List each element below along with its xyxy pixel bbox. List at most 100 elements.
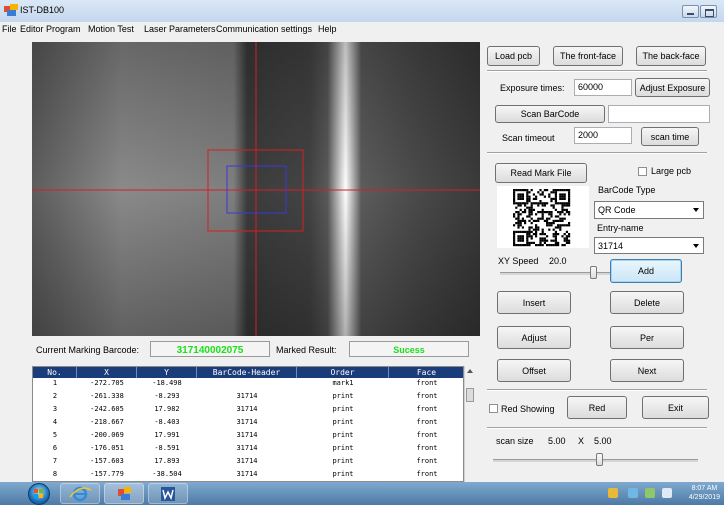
exposure-input[interactable]: 60000	[574, 79, 632, 96]
scrollbar-thumb[interactable]	[466, 388, 474, 402]
cell-barcode: 31714	[236, 444, 258, 452]
cell-barcode: 31714	[236, 470, 258, 478]
scan-timeout-input[interactable]: 2000	[574, 127, 632, 144]
tray-icon[interactable]	[608, 488, 618, 498]
separator	[487, 70, 707, 72]
system-clock[interactable]: 8:07 AM 4/29/2019	[689, 484, 720, 502]
xy-speed-slider-thumb[interactable]	[589, 266, 597, 279]
column-header-x[interactable]: X	[77, 367, 137, 378]
column-header-barcode[interactable]: BarCode-Header	[197, 367, 297, 378]
tray-icon[interactable]	[628, 488, 638, 498]
cell-x: -261.338	[90, 392, 124, 400]
insert-button[interactable]: Insert	[497, 291, 571, 314]
scan-size-y-value: 5.00	[594, 436, 612, 446]
column-header-face[interactable]: Face	[389, 367, 463, 378]
cell-no: 6	[52, 444, 58, 452]
camera-view[interactable]	[32, 42, 480, 336]
menu-motion-test[interactable]: Motion Test	[88, 24, 134, 34]
volume-icon[interactable]	[662, 488, 672, 498]
table-row[interactable]: 7 -157.603 17.893 31714 print front	[33, 456, 463, 467]
table-row[interactable]: 4 -218.667 -8.403 31714 print front	[33, 417, 463, 428]
table-row[interactable]: 5 -200.069 17.991 31714 print front	[33, 430, 463, 441]
load-pcb-button[interactable]: Load pcb	[487, 46, 540, 66]
delete-button[interactable]: Delete	[610, 291, 684, 314]
scan-size-separator: X	[578, 436, 585, 446]
marked-result-label: Marked Result:	[276, 345, 337, 355]
exit-button[interactable]: Exit	[642, 396, 709, 419]
scan-time-button[interactable]: scan time	[641, 127, 699, 146]
cell-order: print	[332, 405, 354, 413]
minimize-button[interactable]	[682, 5, 699, 18]
table-scrollbar[interactable]	[464, 366, 475, 482]
menu-file[interactable]: File	[2, 24, 17, 34]
cell-no: 7	[52, 457, 58, 465]
red-button[interactable]: Red	[567, 396, 627, 419]
column-header-no[interactable]: No.	[33, 367, 77, 378]
title-bar: IST-DB100	[0, 0, 724, 22]
scan-result-field[interactable]	[608, 105, 710, 123]
cell-order: mark1	[332, 379, 354, 387]
menu-communication-settings[interactable]: Communication settings	[216, 24, 312, 34]
cell-barcode: 31714	[236, 418, 258, 426]
cell-face: front	[416, 457, 438, 465]
current-barcode-value: 317140002075	[150, 341, 270, 357]
cell-x: -157.603	[90, 457, 124, 465]
start-button[interactable]	[28, 483, 50, 505]
taskbar-app-button[interactable]	[104, 483, 144, 504]
marking-table[interactable]: No. X Y BarCode-Header Order Face 1 -272.…	[32, 366, 464, 482]
offset-button[interactable]: Offset	[497, 359, 571, 382]
chevron-down-icon	[693, 208, 699, 212]
table-row[interactable]: 2 -261.338 -8.293 31714 print front	[33, 391, 463, 402]
taskbar-word-button[interactable]	[148, 483, 188, 504]
red-showing-label: Red Showing	[501, 404, 555, 414]
scan-size-x-value: 5.00	[548, 436, 566, 446]
cell-y: 17.982	[154, 405, 180, 413]
next-button[interactable]: Next	[610, 359, 684, 382]
barcode-type-label: BarCode Type	[598, 185, 656, 195]
per-button[interactable]: Per	[610, 326, 684, 349]
read-mark-file-button[interactable]: Read Mark File	[495, 163, 587, 183]
large-pcb-checkbox[interactable]	[638, 167, 647, 176]
table-row[interactable]: 8 -157.779 -38.504 31714 print front	[33, 469, 463, 480]
window-title: IST-DB100	[20, 5, 65, 15]
maximize-button[interactable]	[700, 5, 717, 18]
barcode-type-value: QR Code	[598, 205, 636, 215]
barcode-preview-image	[497, 186, 589, 248]
chevron-down-icon	[693, 244, 699, 248]
cell-y: -8.293	[154, 392, 180, 400]
scan-size-slider-thumb[interactable]	[595, 453, 603, 466]
network-icon[interactable]	[645, 488, 655, 498]
scroll-up-icon[interactable]	[467, 369, 473, 373]
add-button[interactable]: Add	[610, 259, 682, 283]
entry-name-select[interactable]: 31714	[594, 237, 704, 254]
cell-barcode: 31714	[236, 392, 258, 400]
separator	[487, 389, 707, 391]
cell-x: -200.069	[90, 431, 124, 439]
cell-face: front	[416, 405, 438, 413]
table-row[interactable]: 6 -176.051 -8.591 31714 print front	[33, 443, 463, 454]
red-showing-checkbox[interactable]	[489, 404, 498, 413]
column-header-y[interactable]: Y	[137, 367, 197, 378]
scan-timeout-label: Scan timeout	[502, 133, 555, 143]
front-face-button[interactable]: The front-face	[553, 46, 623, 66]
menu-editor-program[interactable]: Editor Program	[20, 24, 81, 34]
separator	[487, 427, 707, 429]
xy-speed-value: 20.0	[549, 256, 567, 266]
table-row[interactable]: 3 -242.605 17.982 31714 print front	[33, 404, 463, 415]
table-row[interactable]: 1 -272.705 -18.498 mark1 front	[33, 378, 463, 389]
cell-x: -157.779	[90, 470, 124, 478]
column-header-order[interactable]: Order	[297, 367, 389, 378]
menu-laser-parameters[interactable]: Laser Parameters	[144, 24, 216, 34]
adjust-exposure-button[interactable]: Adjust Exposure	[635, 78, 710, 97]
cell-x: -242.605	[90, 405, 124, 413]
taskbar: 8:07 AM 4/29/2019	[0, 482, 724, 505]
adjust-button[interactable]: Adjust	[497, 326, 571, 349]
barcode-type-select[interactable]: QR Code	[594, 201, 704, 219]
taskbar-ie-button[interactable]	[60, 483, 100, 504]
cell-order: print	[332, 470, 354, 478]
cell-order: print	[332, 457, 354, 465]
table-header: No. X Y BarCode-Header Order Face	[33, 367, 463, 378]
back-face-button[interactable]: The back-face	[636, 46, 706, 66]
scan-barcode-button[interactable]: Scan BarCode	[495, 105, 605, 123]
menu-help[interactable]: Help	[318, 24, 337, 34]
